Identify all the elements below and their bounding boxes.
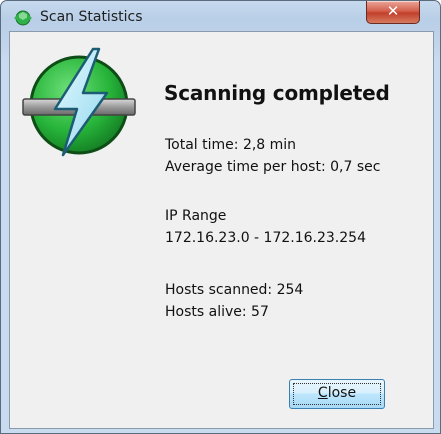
ipscan-icon — [14, 10, 32, 26]
hosts-alive-text: Hosts alive: 57 — [165, 304, 269, 320]
focus-rectangle — [293, 383, 381, 405]
hosts-scanned-text: Hosts scanned: 254 — [165, 282, 304, 298]
ip-range-label: IP Range — [165, 208, 227, 224]
close-button[interactable]: Close — [289, 379, 385, 409]
average-time-text: Average time per host: 0,7 sec — [165, 159, 381, 175]
status-heading: Scanning completed — [164, 81, 390, 105]
ip-range-value: 172.16.23.0 - 172.16.23.254 — [165, 230, 366, 246]
title-bar[interactable]: Scan Statistics ✕ — [1, 1, 440, 31]
window-close-button[interactable]: ✕ — [366, 1, 420, 24]
scan-statistics-window: Scan Statistics ✕ Scanning completed Tot… — [0, 0, 441, 434]
total-time-text: Total time: 2,8 min — [165, 137, 297, 153]
window-title: Scan Statistics — [40, 9, 143, 25]
lightning-logo-icon — [22, 47, 136, 157]
